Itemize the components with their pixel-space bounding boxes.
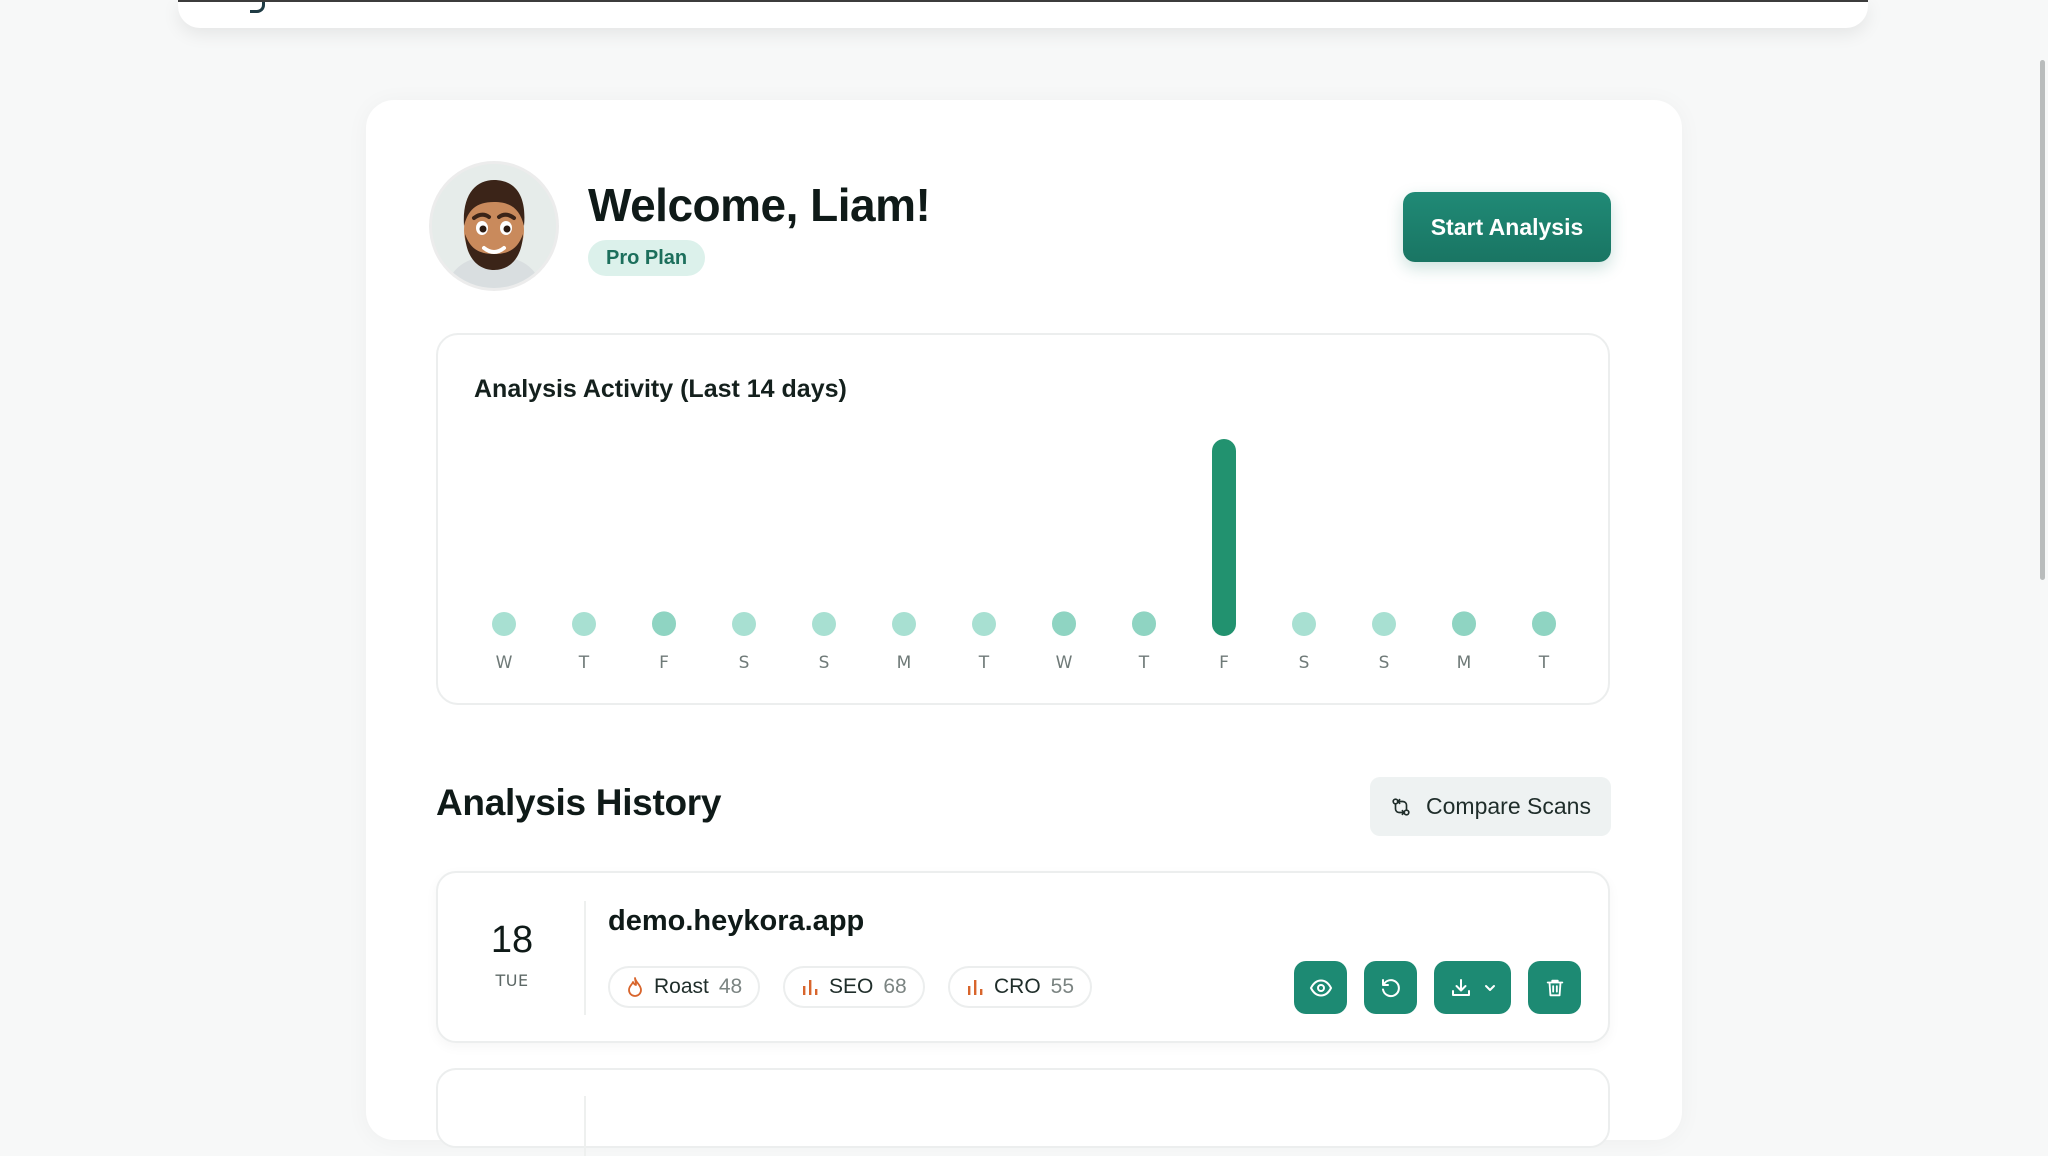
compare-scans-label: Compare Scans [1426, 793, 1591, 819]
chart-day-label: M [1457, 653, 1472, 673]
compare-icon [1392, 797, 1410, 816]
trash-icon [1546, 979, 1563, 996]
flame-icon [628, 977, 642, 997]
view-report-button[interactable] [1294, 961, 1347, 1014]
chart-bar[interactable] [1372, 612, 1396, 636]
cro-score: 55 [1050, 975, 1075, 998]
chart-bar[interactable] [1132, 611, 1156, 636]
welcome-heading: Welcome, Liam! [588, 179, 931, 231]
chart-day-label: T [978, 653, 990, 673]
top-navbar [178, 0, 1868, 28]
chart-bar[interactable] [652, 611, 676, 636]
bar-chart-icon [968, 980, 983, 995]
cro-score-chip: CRO 55 [948, 966, 1093, 1008]
cro-label: CRO [994, 975, 1041, 998]
activity-chart: WTFSSMTWTFSSMT [492, 439, 1556, 673]
chart-day-label: W [496, 653, 513, 673]
chart-bar[interactable] [812, 612, 836, 636]
row-divider [584, 901, 586, 1015]
scrollbar-thumb[interactable] [2040, 60, 2045, 580]
chart-day-label: S [739, 653, 750, 673]
avatar[interactable] [432, 164, 556, 288]
chart-day-label: M [897, 653, 912, 673]
refresh-icon [1381, 978, 1400, 997]
chart-day-label: F [659, 653, 669, 673]
seo-score-chip: SEO 68 [783, 966, 925, 1008]
history-row[interactable]: 18 TUE demo.heykora.app Roast 48 SEO 68 … [436, 871, 1610, 1043]
chart-bar[interactable] [972, 612, 996, 636]
chart-bar[interactable] [1532, 611, 1556, 636]
chart-day-label: F [1219, 653, 1229, 673]
activity-chart-card: Analysis Activity (Last 14 days) WTFSSMT… [436, 333, 1610, 705]
chart-bar[interactable] [892, 612, 916, 636]
roast-score: 48 [718, 975, 743, 998]
row-domain[interactable]: demo.heykora.app [608, 905, 864, 938]
chart-bar[interactable] [1052, 611, 1076, 636]
plan-badge: Pro Plan [588, 240, 706, 276]
row-divider [584, 1096, 586, 1156]
roast-score-chip: Roast 48 [608, 966, 761, 1008]
chart-day-label: W [1056, 653, 1073, 673]
download-icon [1451, 978, 1470, 996]
seo-score: 68 [883, 975, 907, 998]
seo-label: SEO [829, 975, 874, 998]
bar-chart-icon [803, 980, 818, 995]
chart-day-label: T [1538, 653, 1550, 673]
chart-bar[interactable] [492, 612, 516, 636]
chart-day-label: S [819, 653, 830, 673]
chart-bar[interactable] [1452, 611, 1476, 636]
chart-day-label: S [1379, 653, 1390, 673]
download-dropdown-button[interactable] [1434, 961, 1511, 1014]
row-date-number: 18 [490, 919, 534, 961]
start-analysis-button[interactable]: Start Analysis [1403, 192, 1611, 262]
logo-icon[interactable] [250, 2, 265, 13]
chart-day-label: S [1299, 653, 1310, 673]
avatar-image [432, 164, 556, 288]
rerun-analysis-button[interactable] [1364, 961, 1417, 1014]
row-date-weekday: TUE [495, 971, 529, 990]
roast-label: Roast [654, 975, 709, 998]
chevron-down-icon [1484, 984, 1495, 991]
history-title: Analysis History [436, 782, 722, 823]
chart-bar[interactable] [732, 612, 756, 636]
chart-bar[interactable] [1212, 439, 1236, 636]
chart-bar[interactable] [1292, 612, 1316, 636]
history-row[interactable] [436, 1068, 1610, 1156]
eye-icon [1309, 978, 1332, 997]
chart-day-label: T [1138, 653, 1150, 673]
chart-bar[interactable] [572, 612, 596, 636]
chart-day-label: T [578, 653, 590, 673]
delete-analysis-button[interactable] [1528, 961, 1581, 1014]
compare-scans-button[interactable]: Compare Scans [1370, 777, 1611, 836]
